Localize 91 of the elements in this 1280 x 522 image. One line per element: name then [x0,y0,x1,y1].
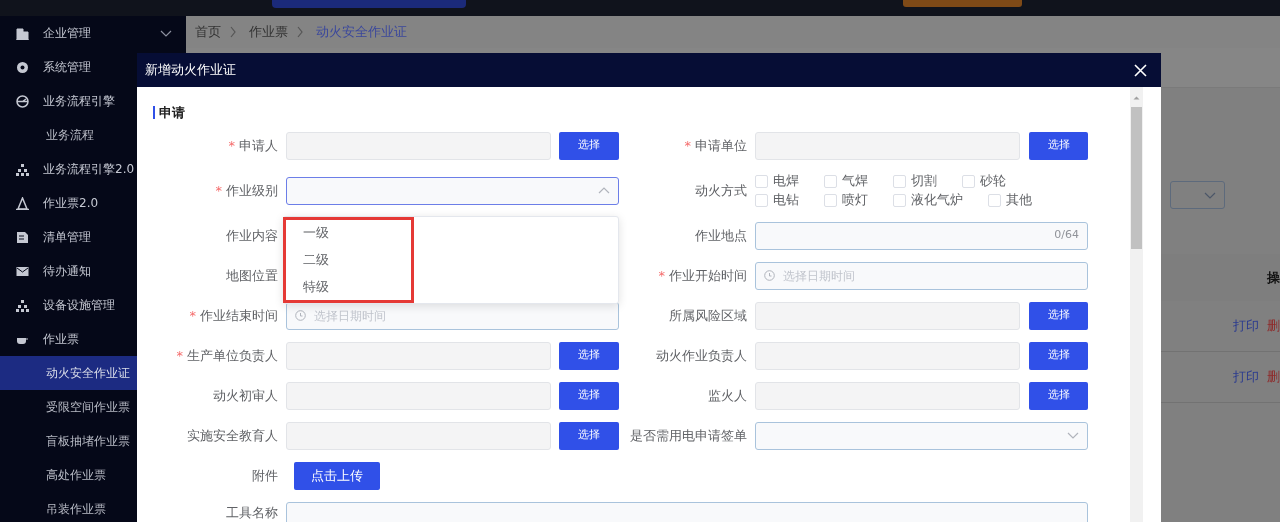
close-icon[interactable] [1134,63,1147,77]
checkbox[interactable] [824,193,837,207]
field-label: 作业地点 [695,227,747,243]
required-mark: * [189,307,196,323]
checkbox[interactable] [893,193,906,207]
section-marker [153,106,155,120]
character-counter: 0/64 [1054,227,1079,244]
field-label: 监火人 [708,387,747,403]
dropdown-field[interactable] [286,176,619,205]
field-label: 申请人 [239,137,278,153]
required-mark: * [215,182,222,198]
clock-icon [295,310,306,321]
select-button[interactable]: 选择 [559,381,619,410]
checkbox-label: 电焊 [773,172,799,191]
dropdown-field[interactable] [1170,181,1225,209]
dropdown-option[interactable]: 一级 [284,219,618,247]
field-label: 动火作业负责人 [656,347,747,363]
select-button[interactable]: 选择 [1029,301,1088,330]
field-label: 作业内容 [226,227,278,243]
text-input[interactable] [755,131,1020,160]
field-label: 地图位置 [226,267,278,283]
checkbox[interactable] [893,174,906,188]
dropdown-option[interactable]: 二级 [284,246,618,274]
hierarchy-icon [16,298,29,312]
upload-button[interactable]: 点击上传 [294,461,380,490]
checkbox[interactable] [962,174,975,188]
sidebar-item[interactable]: 设备设施管理 [0,288,186,322]
sidebar-item[interactable]: 作业票2.0 [0,186,186,220]
mail-icon [16,264,29,278]
field-label: 生产单位负责人 [187,347,278,363]
select-button[interactable]: 选择 [1029,341,1088,370]
field-label: 实施安全教育人 [187,427,278,443]
checkbox[interactable] [824,174,837,188]
select-button[interactable]: 选择 [1029,131,1088,160]
field-label: 动火初审人 [213,387,278,403]
required-mark: * [684,137,691,153]
chevron-down-icon [1067,431,1079,440]
checkbox[interactable] [988,193,1001,207]
gear-icon [16,60,29,74]
text-input[interactable] [286,131,551,160]
breadcrumb-link[interactable]: 首页 [195,22,221,42]
field-label: 作业开始时间 [669,267,747,283]
sidebar-item[interactable]: 业务流程引擎2.0 [0,152,186,186]
checkbox[interactable] [755,193,768,207]
select-button[interactable]: 选择 [559,131,619,160]
field-label: 动火方式 [695,182,747,198]
checkbox-label: 液化气炉 [911,191,963,210]
checkbox[interactable] [755,174,768,188]
chevron-down-icon [1204,190,1216,200]
header-button[interactable] [272,0,466,8]
field-label: 作业结束时间 [200,307,278,323]
sidebar-item[interactable]: 待办通知 [0,254,186,288]
text-input[interactable] [286,381,551,410]
section-title: 申请 [159,104,185,122]
text-input[interactable] [755,301,1020,330]
dialog-title: 新增动火作业证 [145,61,236,80]
field-label: 工具名称 [226,504,278,520]
text-input[interactable] [755,381,1020,410]
dropdown-field[interactable] [755,421,1088,450]
select-button[interactable]: 选择 [559,341,619,370]
field-label: 所属风险区域 [669,307,747,323]
cone-icon [16,196,29,210]
field-label: 作业级别 [226,182,278,198]
checkbox-label: 喷灯 [842,191,868,210]
checkbox-label: 气焊 [842,172,868,191]
select-button[interactable]: 选择 [1029,381,1088,410]
document-icon [16,230,29,244]
text-input[interactable] [286,421,551,450]
breadcrumb-link[interactable]: 作业票 [249,22,288,42]
sidebar-item[interactable]: 清单管理 [0,220,186,254]
clock-icon [764,270,775,281]
header-button[interactable] [903,0,1022,7]
required-mark: * [228,137,235,153]
checkbox-label: 电钻 [773,191,799,210]
field-label: 是否需用电申请签单 [630,427,747,443]
gauge-icon [16,94,29,108]
building-icon [16,26,29,40]
hierarchy-icon [16,162,29,176]
required-mark: * [658,267,665,283]
select-button[interactable]: 选择 [559,421,619,450]
checkbox-label: 其他 [1006,191,1032,210]
sidebar-item[interactable]: 企业管理 [0,16,186,50]
text-input[interactable] [286,341,551,370]
checkbox-label: 砂轮 [980,172,1006,191]
field-label: 申请单位 [695,137,747,153]
scrollbar-thumb[interactable] [1131,106,1142,249]
dropdown-option[interactable]: 特级 [284,273,618,301]
text-input[interactable] [755,341,1020,370]
field-label: 附件 [252,467,278,483]
checkbox-label: 切割 [911,172,937,191]
chevron-up-icon [598,186,610,195]
